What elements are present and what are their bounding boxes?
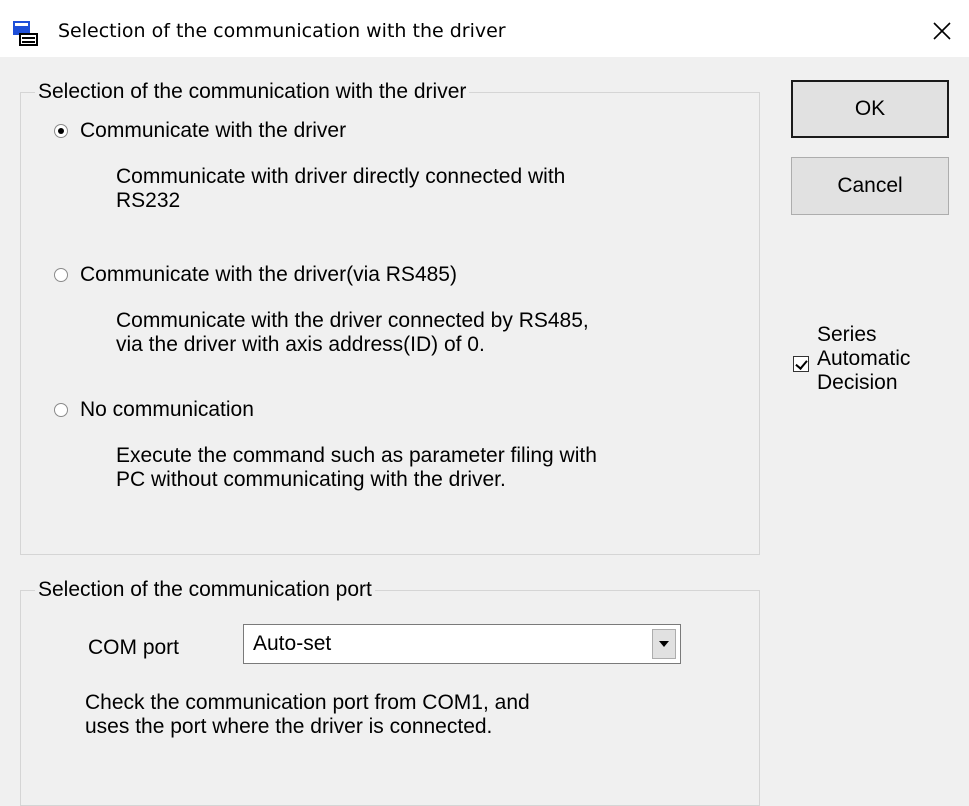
driver-group-legend: Selection of the communication with the … (38, 80, 467, 103)
radio-button[interactable] (54, 268, 68, 282)
option-description: Communicate with the driver connected by… (116, 309, 589, 356)
radio-communicate-direct[interactable]: Communicate with the driver (54, 119, 346, 143)
series-automatic-decision[interactable]: Series Automatic Decision (793, 323, 910, 395)
app-icon (13, 21, 38, 46)
close-button[interactable] (922, 12, 962, 50)
dropdown-button[interactable] (652, 629, 676, 659)
series-checkbox[interactable] (793, 356, 809, 372)
ok-button[interactable]: OK (791, 80, 949, 138)
series-label: Series Automatic Decision (817, 323, 911, 394)
title-bar: Selection of the communication with the … (0, 0, 969, 57)
radio-button-checked[interactable] (54, 124, 68, 138)
port-group-legend: Selection of the communication port (38, 578, 372, 601)
com-port-label: COM port (88, 636, 180, 659)
com-port-value: Auto-set (253, 632, 332, 655)
cancel-button[interactable]: Cancel (791, 157, 949, 215)
radio-button[interactable] (54, 403, 68, 417)
chevron-down-icon (659, 641, 669, 647)
option-description: Execute the command such as parameter fi… (116, 444, 597, 491)
com-port-select[interactable]: Auto-set (243, 624, 681, 664)
radio-no-communication[interactable]: No communication (54, 398, 254, 422)
dialog-body: Selection of the communication with the … (0, 57, 969, 806)
window-title: Selection of the communication with the … (58, 20, 506, 42)
close-icon (933, 22, 951, 40)
radio-label: No communication (80, 398, 254, 421)
radio-label: Communicate with the driver(via RS485) (80, 263, 457, 286)
radio-label: Communicate with the driver (80, 119, 347, 142)
radio-communicate-rs485[interactable]: Communicate with the driver(via RS485) (54, 263, 457, 287)
port-description: Check the communication port from COM1, … (85, 691, 530, 738)
option-description: Communicate with driver directly connect… (116, 165, 566, 212)
